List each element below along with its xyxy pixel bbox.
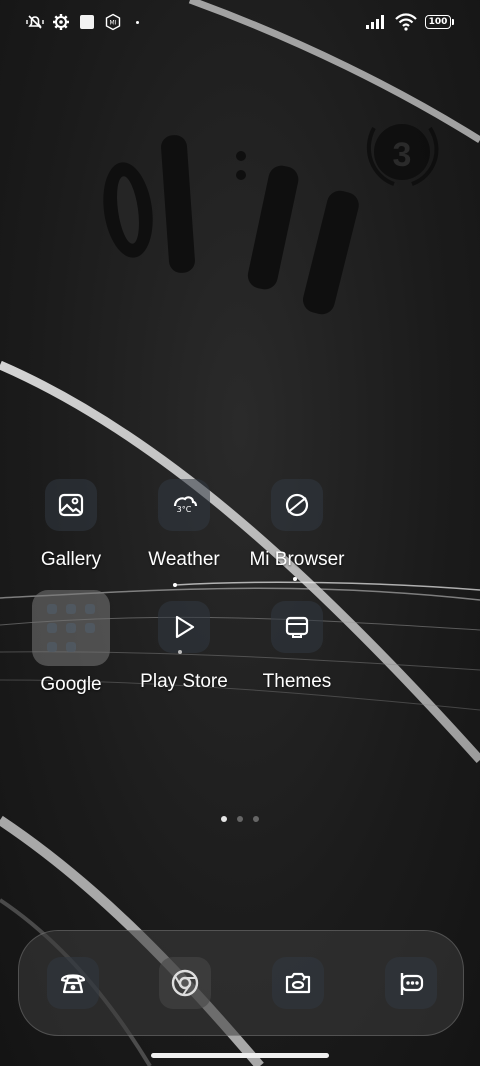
gallery-icon[interactable] [45, 479, 97, 531]
white-square-icon [78, 13, 96, 31]
svg-text:MI: MI [110, 20, 117, 27]
play-store-icon[interactable] [158, 601, 210, 653]
browser-icon[interactable] [271, 479, 323, 531]
folder-mini-icon [85, 604, 95, 614]
app-google-folder[interactable]: Google [15, 590, 127, 696]
weather-temp-text: 3°C [177, 505, 192, 514]
app-weather[interactable]: 3°C Weather [128, 479, 240, 571]
page-dot-active [221, 816, 227, 822]
app-play-store[interactable]: Play Store [128, 601, 240, 693]
settings-gear-icon [52, 13, 70, 31]
app-label: Weather [148, 549, 220, 570]
battery-level: 100 [425, 15, 451, 29]
app-gallery[interactable]: Gallery [15, 479, 127, 571]
wallpaper-badge-text: 3 [393, 136, 412, 174]
folder-mini-icon [85, 623, 95, 633]
mi-icon: MI [104, 13, 122, 31]
dock [18, 930, 464, 1036]
themes-icon[interactable] [271, 601, 323, 653]
weather-icon[interactable]: 3°C [158, 479, 210, 531]
folder-mini-icon [66, 642, 76, 652]
folder-mini-icon [66, 623, 76, 633]
signal-icon [365, 13, 387, 31]
home-indicator[interactable] [151, 1053, 329, 1058]
folder-mini-icon [47, 623, 57, 633]
app-themes[interactable]: Themes [241, 601, 353, 693]
app-new-dot [178, 650, 182, 654]
app-label: Play Store [140, 671, 228, 692]
folder-mini-icon [47, 642, 57, 652]
mute-vibrate-icon [26, 13, 44, 31]
folder-mini-icon [66, 604, 76, 614]
app-mi-browser[interactable]: Mi Browser [241, 479, 353, 571]
chrome-icon[interactable] [159, 957, 211, 1009]
phone-icon[interactable] [47, 957, 99, 1009]
messages-icon[interactable] [385, 957, 437, 1009]
folder-icon[interactable] [32, 590, 110, 666]
page-dot [253, 816, 259, 822]
app-label: Mi Browser [249, 549, 345, 570]
folder-mini-icon [47, 604, 57, 614]
camera-icon[interactable] [272, 957, 324, 1009]
app-label: Themes [262, 671, 332, 692]
app-label: Google [40, 674, 102, 695]
notification-dot-icon [136, 20, 139, 24]
status-bar: MI 100 [0, 0, 480, 46]
wifi-icon [395, 13, 417, 31]
page-indicator [0, 816, 480, 822]
battery-indicator: 100 [425, 15, 454, 29]
battery-tip [452, 19, 454, 25]
page-dot [237, 816, 243, 822]
app-label: Gallery [40, 549, 102, 570]
